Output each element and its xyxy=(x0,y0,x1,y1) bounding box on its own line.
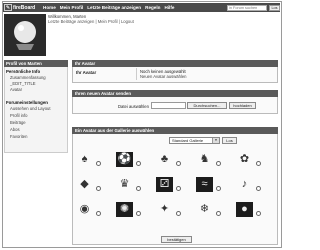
ocean-icon: ≈ xyxy=(196,177,213,192)
gallery-go-button[interactable]: Los xyxy=(222,137,237,144)
sidebar-section-personal: Persönliche Info xyxy=(6,69,41,74)
tree-icon: ♣ xyxy=(160,153,169,165)
upload-button[interactable]: hochladen xyxy=(229,102,256,109)
gallery-radio-dice[interactable] xyxy=(176,186,181,191)
gallery-item-ocean[interactable]: ≈ xyxy=(196,177,224,193)
sidebar-item-summary[interactable]: Zusammenfassung xyxy=(10,75,46,80)
gallery-select[interactable]: Standard Gallerie ▼ xyxy=(169,137,220,144)
gallery-item-dice[interactable]: ⚂ xyxy=(156,177,184,193)
brand-logo-icon: ✎ xyxy=(4,4,12,11)
ladybug-icon: ✿ xyxy=(239,153,250,165)
nav-link-help[interactable]: Hilfe xyxy=(164,5,174,10)
kite-icon: ◆ xyxy=(80,178,89,190)
gallery-item-soccer-ball[interactable]: ⚽ xyxy=(116,152,144,168)
gallery-radio-dj[interactable] xyxy=(96,211,101,216)
gallery-radio-dog[interactable] xyxy=(216,161,221,166)
dog-icon: ♞ xyxy=(199,153,210,165)
sidebar-item-profile-info[interactable]: Profil info xyxy=(10,113,27,118)
chevron-down-icon: ▼ xyxy=(212,138,219,143)
gallery-item-tree[interactable]: ♣ xyxy=(156,152,184,168)
sidebar-item-subscriptions[interactable]: Abos xyxy=(10,127,20,132)
gallery-item-crystal[interactable]: ❄ xyxy=(196,202,224,218)
nav-link-rules[interactable]: Regeln xyxy=(145,5,160,10)
sidebar-title: Profil von Marten xyxy=(4,60,68,67)
upload-panel-title: Ihren neuen Avatar senden xyxy=(72,90,278,97)
browse-button[interactable]: Durchsuchen... xyxy=(187,102,227,109)
avatar-label: Ihr Avatar xyxy=(76,70,97,75)
top-nav-bar: ✎ fireBoard Home Mein Profil Letzte Beit… xyxy=(3,3,280,12)
gallery-radio-bulb[interactable] xyxy=(176,211,181,216)
sidebar-item-edit-title[interactable]: _EDIT_TITLE xyxy=(10,81,36,86)
gallery-item-dog[interactable]: ♞ xyxy=(196,152,224,168)
soccer-ball-icon: ⚽ xyxy=(116,152,133,167)
sidebar-item-favorites[interactable]: Favoriten xyxy=(10,134,27,139)
nav-links: Home Mein Profil Letzte Beiträge anzeige… xyxy=(43,5,174,10)
avatar-divider xyxy=(136,68,137,80)
gallery-panel-title: Ein Avatar aus der Gallerie auswählen xyxy=(72,127,278,134)
gallery-radio-shell[interactable] xyxy=(136,211,141,216)
gallery-radio-guitar[interactable] xyxy=(256,186,261,191)
duck-icon: ♛ xyxy=(119,178,130,190)
sidebar-item-layout[interactable]: Aussehen und Layout xyxy=(10,106,51,111)
sidebar-item-avatar[interactable]: Avatar xyxy=(10,87,22,92)
dice-icon: ⚂ xyxy=(156,177,173,192)
gallery-radio-ladybug[interactable] xyxy=(256,161,261,166)
sidebar-section-forum-settings: Forumeinstellungen xyxy=(6,100,48,105)
gallery-item-shell[interactable]: ✺ xyxy=(116,202,144,218)
gallery-radio-duck[interactable] xyxy=(136,186,141,191)
gallery-item-bulb[interactable]: ✦ xyxy=(156,202,184,218)
forum-search-input[interactable]: in Forum suchen xyxy=(227,4,267,11)
sidebar-item-posts[interactable]: Beiträge xyxy=(10,120,26,125)
dj-icon: ◉ xyxy=(79,203,90,215)
gallery-item-pool-balls[interactable]: ● xyxy=(236,202,264,218)
gallery-item-guitar[interactable]: ♪ xyxy=(236,177,264,193)
brand-name: fireBoard xyxy=(13,4,36,11)
header-links[interactable]: Letzte Beiträge anzeigen | Mein Profil |… xyxy=(48,19,134,24)
nav-link-home[interactable]: Home xyxy=(43,5,56,10)
welcome-block: Willkommen, Marten Letzte Beiträge anzei… xyxy=(48,14,134,25)
forum-search-button[interactable]: Los xyxy=(269,4,280,11)
gallery-select-value: Standard Gallerie xyxy=(172,138,204,143)
file-path-input[interactable] xyxy=(151,102,186,109)
crystal-icon: ❄ xyxy=(199,203,210,215)
gallery-item-kite[interactable]: ◆ xyxy=(76,177,104,193)
choose-new-avatar-link[interactable]: Neuen Avatar auswählen xyxy=(140,74,186,79)
gallery-radio-tree[interactable] xyxy=(176,161,181,166)
user-avatar xyxy=(4,14,46,56)
confirm-button[interactable]: bestätigen xyxy=(161,236,192,243)
file-label: Datei auswählen xyxy=(118,104,149,109)
shell-icon: ✺ xyxy=(116,202,133,217)
brand[interactable]: ✎ fireBoard xyxy=(4,4,35,11)
gallery-radio-kite[interactable] xyxy=(96,186,101,191)
crystal-ball-icon xyxy=(4,14,46,56)
avatar-panel-title: Ihr Avatar xyxy=(72,60,278,67)
gallery-item-dj[interactable]: ◉ xyxy=(76,202,104,218)
mushroom-icon: ♠ xyxy=(81,153,88,165)
gallery-radio-soccer-ball[interactable] xyxy=(136,161,141,166)
gallery-item-ladybug[interactable]: ✿ xyxy=(236,152,264,168)
gallery-radio-pool-balls[interactable] xyxy=(256,211,261,216)
pool-balls-icon: ● xyxy=(236,202,253,217)
gallery-radio-mushroom[interactable] xyxy=(96,161,101,166)
guitar-icon: ♪ xyxy=(241,178,248,190)
gallery-radio-ocean[interactable] xyxy=(216,186,221,191)
bulb-icon: ✦ xyxy=(159,203,170,215)
gallery-item-duck[interactable]: ♛ xyxy=(116,177,144,193)
nav-link-recent-posts[interactable]: Letzte Beiträge anzeigen xyxy=(87,5,141,10)
gallery-radio-crystal[interactable] xyxy=(216,211,221,216)
gallery-item-mushroom[interactable]: ♠ xyxy=(76,152,104,168)
nav-link-my-profile[interactable]: Mein Profil xyxy=(60,5,83,10)
